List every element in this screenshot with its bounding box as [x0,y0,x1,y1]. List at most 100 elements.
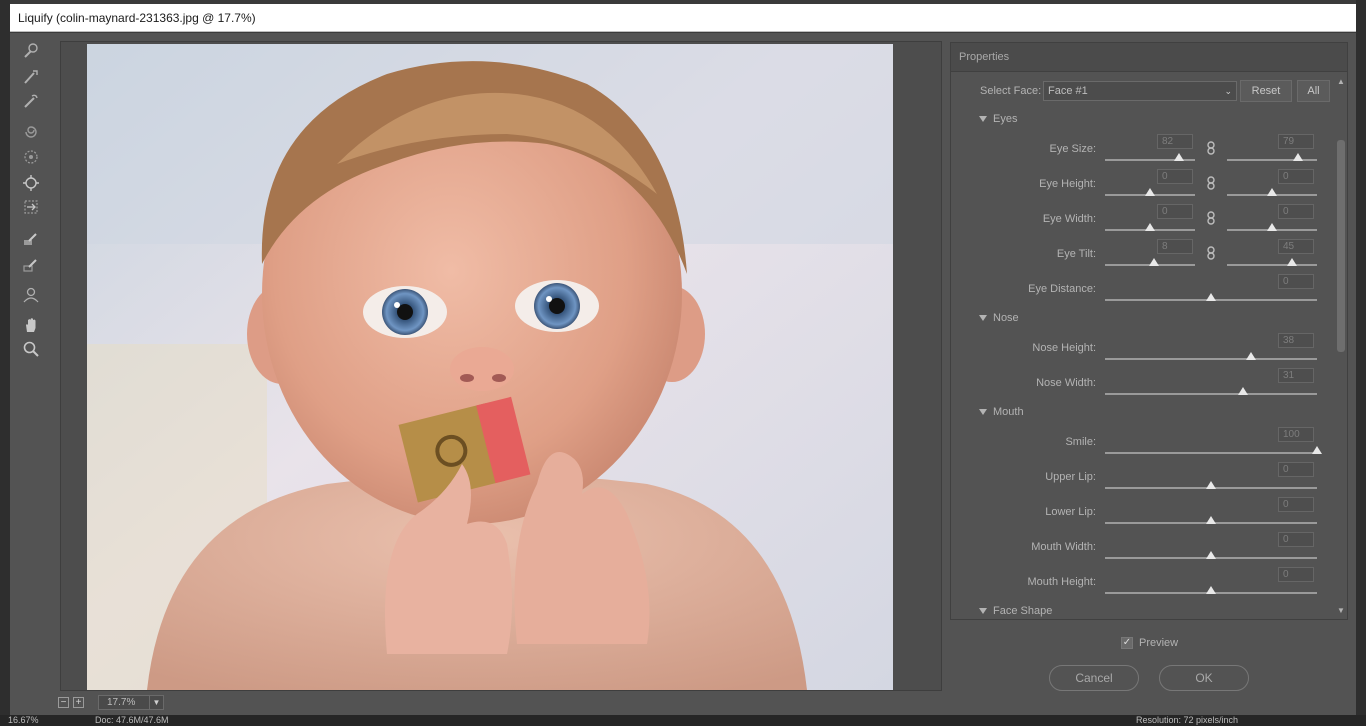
smile-track[interactable] [1105,452,1317,454]
chevron-down-icon: ▼ [149,695,163,709]
zoom-controls: − + 17.7% ▼ [58,693,164,711]
reset-button[interactable]: Reset [1240,80,1292,102]
eye-width-left-thumb[interactable] [1145,223,1155,231]
zoom-out-button[interactable]: − [58,696,69,708]
eye-tilt-right-value[interactable]: 45 [1278,239,1314,254]
hand-tool[interactable] [17,314,45,336]
nose-height-track[interactable] [1105,358,1317,360]
face-tool[interactable] [17,284,45,306]
eye-width-left-value[interactable]: 0 [1157,204,1193,219]
scroll-down-icon[interactable]: ▼ [1337,606,1345,615]
eye-distance-value[interactable]: 0 [1278,274,1314,289]
section-eyes-label: Eyes [993,113,1018,125]
eye-distance-thumb[interactable] [1206,293,1216,301]
nose-width-value[interactable]: 31 [1278,368,1314,383]
bloat-tool[interactable] [17,172,45,194]
eye-height-left-thumb[interactable] [1145,188,1155,196]
nose-width-label: Nose Width: [1036,377,1096,389]
eye-width-right-thumb[interactable] [1267,223,1277,231]
status-resolution: Resolution: 72 pixels/inch [1136,715,1239,725]
status-doc-size: Doc: 47.6M/47.6M [95,715,169,725]
smile-value[interactable]: 100 [1278,427,1314,442]
zoom-icon [23,341,39,357]
disclosure-triangle-icon [979,315,987,322]
face-tool-icon [23,175,39,191]
baby-photo [87,44,893,690]
push-left-tool[interactable] [17,196,45,218]
preview-checkbox[interactable]: ✓ [1121,637,1133,649]
mouth-width-value[interactable]: 0 [1278,532,1314,547]
mouth-width-label: Mouth Width: [1031,541,1096,553]
link-icon[interactable] [1206,211,1216,225]
section-eyes[interactable]: Eyes [979,113,1017,125]
twirl-tool[interactable] [17,121,45,143]
properties-scrollbar-thumb[interactable] [1337,140,1345,352]
reconstruct-tool[interactable] [17,66,45,88]
freeze-mask-tool[interactable] [17,228,45,250]
status-zoom: 16.67% [8,715,39,725]
mouth-height-thumb[interactable] [1206,586,1216,594]
zoom-level-select[interactable]: 17.7% ▼ [98,694,164,710]
section-face-shape-label: Face Shape [993,605,1053,617]
section-mouth[interactable]: Mouth [979,406,1024,418]
thaw-mask-tool[interactable] [17,254,45,276]
eye-height-right-value[interactable]: 0 [1278,169,1314,184]
mouth-width-thumb[interactable] [1206,551,1216,559]
eye-height-left-value[interactable]: 0 [1157,169,1193,184]
nose-height-thumb[interactable] [1246,352,1257,360]
mouth-height-value[interactable]: 0 [1278,567,1314,582]
section-face-shape[interactable]: Face Shape [979,605,1052,617]
scroll-up-icon[interactable]: ▲ [1337,77,1345,86]
upper-lip-value[interactable]: 0 [1278,462,1314,477]
smile-thumb[interactable] [1312,446,1322,454]
eye-tilt-left-value[interactable]: 8 [1157,239,1193,254]
face-icon [23,287,39,303]
upper-lip-thumb[interactable] [1206,481,1216,489]
eye-size-right-value[interactable]: 79 [1278,134,1314,149]
zoom-tool[interactable] [17,338,45,360]
push-left-icon [24,200,38,214]
smooth-tool[interactable] [17,90,45,112]
eye-size-right-thumb[interactable] [1293,153,1304,161]
checkmark-icon: ✓ [1122,637,1132,648]
eye-tilt-left-thumb[interactable] [1148,258,1159,266]
select-face-dropdown[interactable]: Face #1 ⌄ [1043,81,1237,101]
lower-lip-thumb[interactable] [1206,516,1216,524]
link-icon[interactable] [1206,141,1216,155]
disclosure-triangle-icon [979,608,987,615]
lower-lip-value[interactable]: 0 [1278,497,1314,512]
nose-width-track[interactable] [1105,393,1317,395]
eye-size-right-track[interactable] [1227,159,1317,161]
disclosure-triangle-icon [979,409,987,416]
pucker-tool[interactable] [17,146,45,168]
preview-image[interactable] [87,44,893,690]
upper-lip-label: Upper Lip: [1045,471,1096,483]
all-button[interactable]: All [1297,80,1330,102]
forward-warp-tool[interactable] [17,40,45,62]
link-icon[interactable] [1206,176,1216,190]
eye-width-right-value[interactable]: 0 [1278,204,1314,219]
eye-width-label: Eye Width: [1042,213,1096,225]
eye-tilt-right-thumb[interactable] [1286,258,1297,266]
nose-height-value[interactable]: 38 [1278,333,1314,348]
link-icon[interactable] [1206,246,1216,260]
select-face-label: Select Face: [980,85,1042,97]
preview-label: Preview [1139,637,1179,649]
properties-header: Properties [951,43,1347,72]
section-nose[interactable]: Nose [979,312,1019,324]
zoom-in-button[interactable]: + [73,696,84,708]
lower-lip-label: Lower Lip: [1045,506,1096,518]
smile-label: Smile: [1065,436,1096,448]
ok-button[interactable]: OK [1159,665,1249,691]
cancel-button[interactable]: Cancel [1049,665,1139,691]
disclosure-triangle-icon [979,116,987,123]
twirl-icon [25,126,37,138]
properties-title: Properties [959,51,1010,63]
zoom-level-value: 17.7% [107,696,136,708]
eye-tilt-right-track[interactable] [1227,264,1317,266]
mouth-height-label: Mouth Height: [1027,576,1096,588]
nose-width-thumb[interactable] [1237,387,1248,395]
eye-size-left-thumb[interactable] [1173,153,1184,161]
eye-size-left-value[interactable]: 82 [1157,134,1193,149]
eye-height-right-thumb[interactable] [1267,188,1277,196]
